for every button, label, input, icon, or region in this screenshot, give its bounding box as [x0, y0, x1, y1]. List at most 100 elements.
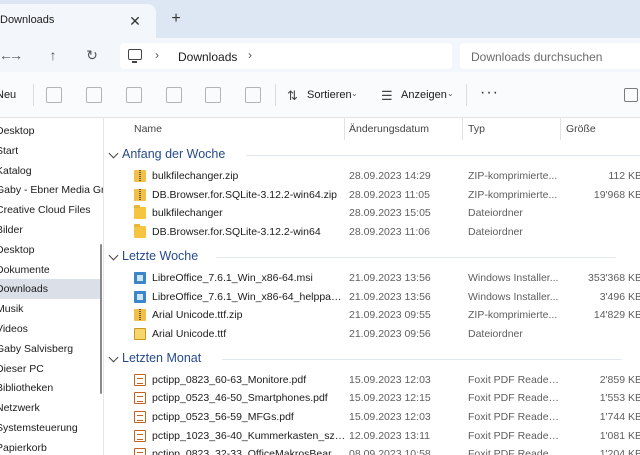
file-row[interactable]: pctipp_0523_46-50_Smartphones.pdf 15.09.2…: [128, 389, 640, 407]
cut-icon[interactable]: [46, 87, 62, 103]
group-title: Letzten Monat: [122, 350, 202, 365]
zip-icon: [134, 309, 146, 322]
file-row[interactable]: pctipp_0823_32-33_OfficeMakrosBearbe... 0…: [128, 445, 640, 455]
sidebar-item[interactable]: Musik: [0, 299, 102, 319]
group-header[interactable]: Anfang der Woche: [108, 147, 225, 161]
sidebar-item[interactable]: Bilder: [0, 220, 102, 240]
file-name: LibreOffice_7.6.1_Win_x86-64.msi: [152, 271, 313, 284]
sidebar-item[interactable]: Desktop: [0, 121, 102, 141]
file-name: pctipp_0523_56-59_MFGs.pdf: [152, 411, 294, 423]
column-divider[interactable]: [462, 118, 463, 140]
file-row[interactable]: LibreOffice_7.6.1_Win_x86-64_helppack_..…: [128, 288, 640, 306]
file-row[interactable]: Arial Unicode.ttf.zip 21.09.2023 09:55 ZIP…: [128, 306, 640, 324]
sidebar-item[interactable]: Papierkorb: [0, 438, 102, 455]
file-type: ZIP-komprimierte...: [468, 188, 558, 201]
new-tab-button[interactable]: +: [166, 9, 186, 29]
tab-downloads[interactable]: Downloads ✕: [0, 4, 156, 38]
delete-icon[interactable]: [245, 87, 261, 103]
file-type: Dateiordner: [468, 207, 523, 220]
file-date: 28.09.2023 11:05: [349, 188, 430, 201]
zip-icon: [134, 188, 146, 201]
file-size: 112 KB: [608, 170, 640, 182]
sidebar-item[interactable]: Katalog: [0, 161, 102, 181]
group-divider: [222, 358, 622, 360]
pdf-icon: [134, 429, 146, 442]
details-pane-icon[interactable]: [624, 88, 638, 102]
sidebar-item[interactable]: Desktop: [0, 240, 102, 260]
chevron-down-icon[interactable]: [108, 352, 119, 363]
folder-icon: [134, 205, 146, 220]
file-row[interactable]: DB.Browser.for.SQLite-3.12.2-win64.zip 28…: [128, 186, 640, 204]
search-input[interactable]: Downloads durchsuchen: [460, 43, 640, 69]
chevron-down-icon[interactable]: [108, 148, 119, 159]
sidebar-item-label: Papierkorb: [0, 441, 47, 454]
breadcrumb-chevron-icon[interactable]: ›: [155, 48, 159, 62]
file-row[interactable]: LibreOffice_7.6.1_Win_x86-64.msi 21.09.20…: [128, 269, 640, 287]
breadcrumb-chevron-icon[interactable]: ›: [248, 48, 252, 62]
file-date: 21.09.2023 09:56: [349, 327, 431, 340]
refresh-icon[interactable]: ↻: [80, 44, 104, 66]
file-name: bulkfilechanger.zip: [152, 170, 239, 182]
new-button[interactable]: Neu: [0, 89, 16, 101]
group-header[interactable]: Letzte Woche: [108, 249, 198, 263]
sidebar-item[interactable]: Gaby - Ebner Media Gro: [0, 180, 103, 200]
sidebar-item-label: Netzwerk: [0, 402, 40, 415]
breadcrumb[interactable]: › Downloads ›: [120, 43, 452, 69]
file-row[interactable]: DB.Browser.for.SQLite-3.12.2-win64 28.09.…: [128, 223, 640, 241]
file-date: 28.09.2023 14:29: [349, 170, 431, 182]
pdf-icon: [134, 392, 146, 405]
file-row[interactable]: pctipp_0523_56-59_MFGs.pdf 15.09.2023 12:…: [128, 408, 640, 426]
file-date: 21.09.2023 13:56: [349, 290, 431, 303]
column-divider[interactable]: [344, 118, 345, 140]
sidebar-item-label: Katalog: [0, 164, 32, 177]
sidebar-item-label: Videos: [0, 323, 28, 335]
file-name: pctipp_1023_36-40_Kummerkasten_sz.pdf: [152, 429, 346, 442]
msi-icon: [134, 271, 146, 284]
sidebar-item[interactable]: Dokumente: [0, 260, 102, 280]
file-row[interactable]: bulkfilechanger 28.09.2023 15:05 Dateiordn…: [128, 204, 640, 222]
file-type: ZIP-komprimierte...: [468, 170, 558, 182]
sidebar-item[interactable]: Videos: [0, 319, 102, 339]
column-header-name[interactable]: Name: [134, 123, 162, 135]
sidebar-item[interactable]: Bibliotheken: [0, 378, 102, 398]
file-size: 1'553 KB: [599, 392, 640, 405]
sidebar-item[interactable]: Start: [0, 141, 102, 161]
sidebar-item[interactable]: Downloads: [0, 279, 102, 300]
command-divider: [466, 84, 467, 106]
close-tab-icon[interactable]: ✕: [126, 12, 144, 30]
group-divider: [216, 256, 616, 258]
copy-icon[interactable]: [86, 87, 102, 103]
sidebar-item[interactable]: Gaby Salvisberg: [0, 339, 102, 359]
file-row[interactable]: Arial Unicode.ttf 21.09.2023 09:56 Dateior…: [128, 325, 640, 343]
sidebar-item-label: Systemsteuerung: [0, 422, 78, 434]
sidebar-scrollbar[interactable]: [100, 244, 102, 394]
rename-icon[interactable]: [166, 87, 182, 103]
more-options-icon[interactable]: ···: [480, 84, 499, 102]
group-header[interactable]: Letzten Monat: [108, 350, 202, 365]
file-row[interactable]: pctipp_0823_60-63_Monitore.pdf 15.09.2023…: [128, 371, 640, 389]
column-header-date[interactable]: Änderungsdatum: [349, 123, 429, 135]
file-size: 19'968 KB: [593, 188, 640, 201]
file-row[interactable]: pctipp_1023_36-40_Kummerkasten_sz.pdf 12.…: [128, 427, 640, 445]
column-header-size[interactable]: Größe: [566, 123, 596, 135]
up-arrow-icon[interactable]: ↑: [41, 44, 65, 66]
sidebar-item[interactable]: Creative Cloud Files: [0, 200, 102, 220]
breadcrumb-downloads[interactable]: Downloads: [178, 50, 237, 64]
chevron-down-icon: ⌄: [351, 89, 358, 98]
sidebar-item[interactable]: Netzwerk: [0, 398, 102, 418]
folder-icon: [134, 224, 146, 239]
paste-icon[interactable]: [126, 87, 142, 103]
column-divider[interactable]: [560, 118, 561, 140]
sidebar-item[interactable]: Dieser PC: [0, 359, 102, 379]
file-row[interactable]: bulkfilechanger.zip 28.09.2023 14:29 ZIP-k…: [128, 167, 640, 185]
tab-title: Downloads: [0, 14, 55, 26]
chevron-down-icon[interactable]: [108, 250, 119, 261]
sidebar-item[interactable]: Systemsteuerung: [0, 418, 102, 438]
forward-arrow-icon[interactable]: →: [4, 44, 28, 66]
sort-label: Sortieren: [307, 89, 352, 101]
command-bar: Neu ⇅ Sortieren ⌄ ☰ Anzeigen ⌄ ···: [0, 72, 640, 118]
sidebar-item-label: Musik: [0, 303, 24, 316]
column-header-type[interactable]: Typ: [468, 123, 485, 135]
share-icon[interactable]: [205, 87, 221, 103]
this-pc-icon[interactable]: [128, 49, 142, 63]
